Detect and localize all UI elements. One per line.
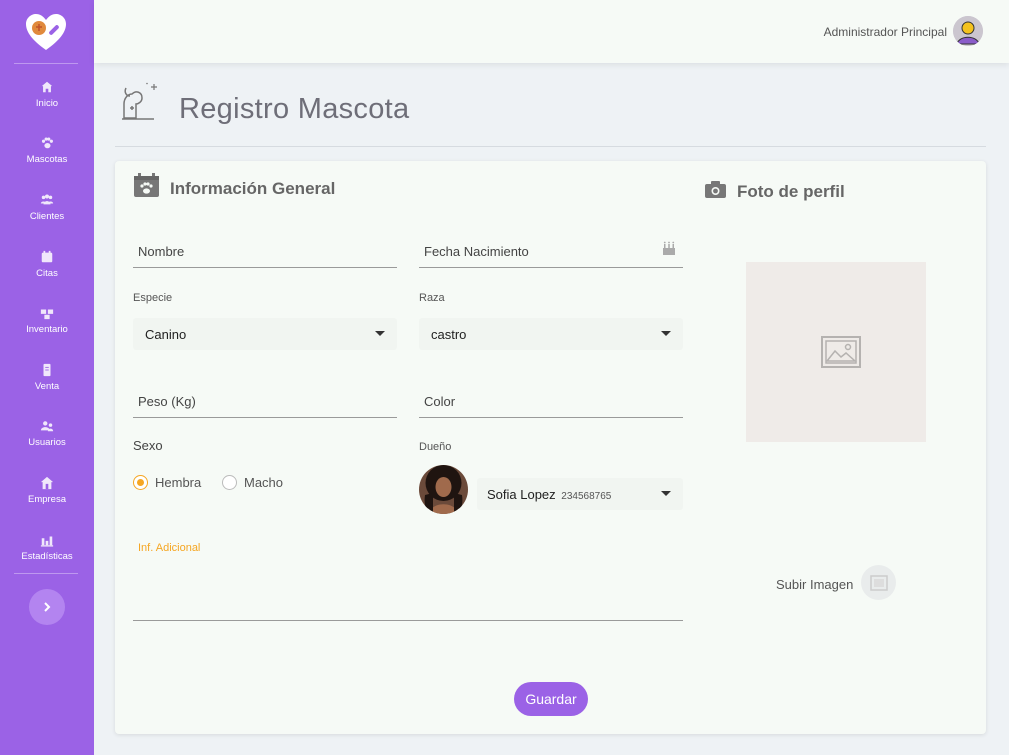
sidebar-divider xyxy=(14,63,78,64)
chart-icon xyxy=(40,536,54,547)
dueno-label: Dueño xyxy=(419,441,452,453)
info-adicional-field[interactable]: Inf. Adicional xyxy=(133,536,683,621)
info-adicional-label: Inf. Adicional xyxy=(138,542,201,554)
upload-image-button[interactable] xyxy=(861,565,896,600)
logo-icon xyxy=(22,12,70,52)
sidebar-item-label: Clientes xyxy=(29,211,65,222)
sidebar-item-estadisticas[interactable]: Estadísticas xyxy=(0,533,94,583)
general-info-title: Información General xyxy=(170,179,336,198)
sidebar-item-inicio[interactable]: Inicio xyxy=(0,80,94,130)
sidebar-item-label: Mascotas xyxy=(26,154,68,165)
sexo-radio-hembra[interactable]: Hembra xyxy=(133,475,201,490)
image-icon xyxy=(821,336,861,368)
top-bar: Administrador Principal xyxy=(94,0,1009,63)
sidebar-item-citas[interactable]: Citas xyxy=(0,250,94,300)
especie-label: Especie xyxy=(133,292,173,304)
raza-label: Raza xyxy=(419,292,445,304)
nombre-field[interactable]: Nombre xyxy=(133,230,397,268)
sidebar-item-label: Usuarios xyxy=(28,437,66,448)
paw-icon xyxy=(41,137,53,149)
sidebar-item-label: Empresa xyxy=(27,494,66,505)
sidebar-item-label: Inicio xyxy=(35,98,59,109)
peso-field[interactable]: Peso (Kg) xyxy=(133,380,397,418)
raza-select[interactable]: castro xyxy=(419,318,683,350)
dueno-id: 234568765 xyxy=(561,491,612,502)
sidebar-item-label: Venta xyxy=(34,381,60,392)
sidebar-item-venta[interactable]: Venta xyxy=(0,363,94,413)
sidebar-item-inventario[interactable]: Inventario xyxy=(0,306,94,356)
fecha-nacimiento-field[interactable]: Fecha Nacimiento xyxy=(419,230,683,268)
header-divider xyxy=(115,146,986,147)
sexo-label: Sexo xyxy=(133,438,163,453)
fecha-nacimiento-label: Fecha Nacimiento xyxy=(424,244,529,259)
user-avatar[interactable] xyxy=(953,16,983,46)
image-upload-icon xyxy=(869,574,888,591)
sidebar-item-usuarios[interactable]: Usuarios xyxy=(0,419,94,469)
dueno-value: Sofia Lopez 234568765 xyxy=(487,487,611,502)
building-icon xyxy=(40,476,54,490)
sexo-radio-macho[interactable]: Macho xyxy=(222,475,283,490)
radio-dot xyxy=(133,475,148,490)
especie-select[interactable]: Canino xyxy=(133,318,397,350)
calendar-paw-icon xyxy=(133,172,160,203)
sidebar-item-clientes[interactable]: Clientes xyxy=(0,193,94,243)
chevron-right-icon xyxy=(44,602,51,612)
dueno-name: Sofia Lopez xyxy=(487,487,556,502)
calendar-icon xyxy=(41,250,53,263)
sidebar-expand-button[interactable] xyxy=(29,589,65,625)
user-group-icon xyxy=(40,421,54,432)
home-icon xyxy=(41,81,53,93)
boxes-icon xyxy=(40,309,54,320)
profile-image-placeholder xyxy=(746,262,926,442)
pet-form-card: Información General Nombre Fecha Nacimie… xyxy=(115,161,986,734)
sidebar-item-label: Estadísticas xyxy=(21,551,73,562)
caret-down-icon xyxy=(661,331,671,336)
color-field[interactable]: Color xyxy=(419,380,683,418)
pet-add-icon xyxy=(118,82,162,122)
save-button[interactable]: Guardar xyxy=(514,682,588,716)
color-label: Color xyxy=(424,394,456,409)
raza-value: castro xyxy=(431,327,467,342)
nombre-label: Nombre xyxy=(138,244,185,259)
camera-icon xyxy=(704,180,727,204)
sidebar: Inicio Mascotas Clientes Citas Inventari… xyxy=(0,0,94,755)
page-title: Registro Mascota xyxy=(179,93,410,125)
sidebar-item-label: Inventario xyxy=(26,324,68,335)
photo-title: Foto de perfil xyxy=(737,182,845,201)
dueno-select[interactable]: Sofia Lopez 234568765 xyxy=(477,478,683,510)
users-icon xyxy=(40,194,54,205)
especie-value: Canino xyxy=(145,327,187,342)
owner-avatar xyxy=(419,465,468,514)
upload-image-label: Subir Imagen xyxy=(776,577,854,592)
receipt-icon xyxy=(43,363,51,377)
sidebar-item-mascotas[interactable]: Mascotas xyxy=(0,136,94,186)
caret-down-icon xyxy=(661,491,671,496)
user-name: Administrador Principal xyxy=(823,25,947,39)
caret-down-icon xyxy=(375,331,385,336)
sexo-option-label: Hembra xyxy=(155,475,202,490)
sidebar-divider xyxy=(14,573,78,574)
radio-dot xyxy=(222,475,237,490)
sidebar-item-empresa[interactable]: Empresa xyxy=(0,476,94,526)
peso-label: Peso (Kg) xyxy=(138,394,196,409)
birthday-cake-icon xyxy=(663,241,675,255)
sidebar-item-label: Citas xyxy=(36,268,58,279)
sexo-option-label: Macho xyxy=(244,475,284,490)
